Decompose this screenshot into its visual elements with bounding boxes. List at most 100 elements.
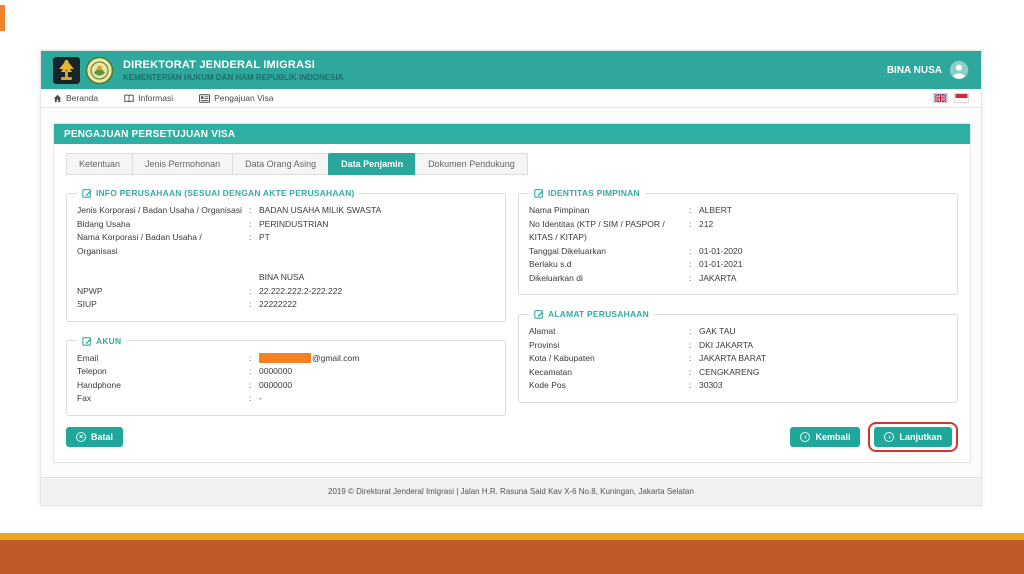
wizard-tabs: Ketentuan Jenis Permohonan Data Orang As… [66, 153, 958, 175]
nav-label: Beranda [66, 93, 99, 103]
user-avatar-icon[interactable] [949, 60, 969, 80]
kemenkumham-logo [53, 56, 80, 84]
cancel-circle-icon: × [76, 432, 86, 442]
field-label: Kode Pos [529, 380, 566, 390]
field-row: Jenis Korporasi / Badan Usaha / Organisa… [77, 204, 495, 218]
presentation-slide: DIREKTORAT JENDERAL IMIGRASI KEMENTERIAN… [0, 0, 1024, 574]
tab-dokumen-pendukung[interactable]: Dokumen Pendukung [415, 153, 528, 175]
field-label: Dikeluarkan di [529, 272, 583, 283]
red-annotation-highlight: › Lanjutkan [868, 422, 958, 452]
site-footer: 2019 © Direktorat Jenderal Imigrasi | Ja… [41, 477, 981, 505]
field-row: NPWP : 22.222.222.2-222.222 [77, 285, 495, 299]
field-label: Kota / Kabupaten [529, 353, 595, 363]
back-arrow-circle-icon: ‹ [800, 432, 811, 442]
language-switcher [933, 93, 969, 103]
field-label: Jenis Korporasi / Badan Usaha / Organisa… [77, 205, 242, 215]
home-icon [53, 94, 62, 102]
lanjutkan-button[interactable]: › Lanjutkan [874, 427, 952, 447]
field-value: PERINDUSTRIAN [259, 218, 329, 229]
section-info-perusahaan: INFO PERUSAHAAN (SESUAI DENGAN AKTE PERU… [66, 188, 506, 322]
field-row: SIUP : 22222222 [77, 298, 495, 312]
field-row: Dikeluarkan di : JAKARTA [529, 272, 947, 286]
site-title: DIREKTORAT JENDERAL IMIGRASI [123, 58, 316, 71]
footer-text: 2019 © Direktorat Jenderal Imigrasi | Ja… [328, 487, 694, 496]
tab-data-penjamin[interactable]: Data Penjamin [328, 153, 417, 175]
field-row: Kode Pos : 30303 [529, 379, 947, 393]
field-value: BADAN USAHA MILIK SWASTA [259, 205, 382, 215]
nav-label: Informasi [138, 93, 174, 103]
action-button-row: × Batal ‹ Kembali › Lanjutkan [66, 422, 958, 452]
indonesia-flag[interactable] [954, 93, 969, 103]
panel-body: Ketentuan Jenis Permohonan Data Orang As… [54, 144, 970, 462]
field-value: 30303 [699, 380, 723, 390]
field-row: Alamat : GAK TAU [529, 325, 947, 339]
card-icon [199, 93, 211, 103]
visa-application-panel: PENGAJUAN PERSETUJUAN VISA Ketentuan Jen… [53, 123, 971, 463]
section-akun: AKUN Email : @gmail.com Telepon : 000000… [66, 335, 506, 416]
field-row: Berlaku s.d : 01-01-2021 [529, 258, 947, 272]
field-value: - [259, 393, 262, 403]
uk-flag[interactable] [933, 93, 948, 103]
field-value: 212 [699, 218, 714, 229]
panel-title: PENGAJUAN PERSETUJUAN VISA [54, 124, 970, 144]
field-row: Nama Korporasi / Badan Usaha / Organisas… [77, 231, 495, 258]
field-value: 0000000 [259, 366, 293, 376]
tab-ketentuan[interactable]: Ketentuan [66, 153, 134, 175]
next-arrow-circle-icon: › [884, 432, 895, 442]
field-label: Fax [77, 393, 92, 403]
field-value: CENGKARENG [699, 366, 760, 377]
kembali-button[interactable]: ‹ Kembali [790, 427, 861, 447]
field-value: ALBERT [699, 205, 732, 215]
field-value: 22.222.222.2-222.222 [259, 285, 343, 296]
field-row: No Identitas (KTP / SIM / PASPOR / KITAS… [529, 218, 947, 245]
field-row-email: Email : @gmail.com [77, 352, 495, 366]
nav-item-beranda[interactable]: Beranda [53, 93, 98, 103]
field-label: Telepon [77, 366, 107, 376]
field-row: Fax : - [77, 392, 495, 406]
section-identitas-pimpinan: IDENTITAS PIMPINAN Nama Pimpinan : ALBER… [518, 188, 958, 295]
slide-bottom-bar [0, 540, 1024, 574]
section-legend: INFO PERUSAHAAN (SESUAI DENGAN AKTE PERU… [96, 188, 355, 198]
section-legend: IDENTITAS PIMPINAN [548, 188, 640, 198]
field-label: Berlaku s.d [529, 259, 572, 269]
field-row: Telepon : 0000000 [77, 365, 495, 379]
field-value: BINA NUSA [259, 272, 305, 282]
field-row: BINA NUSA [77, 271, 495, 285]
batal-button[interactable]: × Batal [66, 427, 124, 447]
section-alamat-perusahaan: ALAMAT PERUSAHAAN Alamat : GAK TAU Provi… [518, 309, 958, 403]
account-area[interactable]: BINA NUSA [887, 60, 969, 80]
field-label: Bidang Usaha [77, 218, 131, 229]
field-label: Tanggal Dikeluarkan [529, 245, 607, 256]
site-masthead: DIREKTORAT JENDERAL IMIGRASI KEMENTERIAN… [41, 51, 981, 89]
field-value: DKI JAKARTA [699, 339, 754, 350]
field-row: Nama Pimpinan : ALBERT [529, 204, 947, 218]
field-label: No Identitas (KTP / SIM / PASPOR / KITAS… [529, 218, 665, 243]
field-label: Email [77, 352, 99, 363]
section-legend: AKUN [96, 335, 122, 346]
field-row: Kota / Kabupaten : JAKARTA BARAT [529, 352, 947, 366]
field-value: JAKARTA [699, 272, 737, 283]
field-value: JAKARTA BARAT [699, 353, 767, 363]
field-label: Kecamatan [529, 366, 572, 377]
book-icon [124, 94, 134, 102]
nav-item-informasi[interactable]: Informasi [124, 93, 173, 103]
nav-item-pengajuan-visa[interactable]: Pengajuan Visa [199, 93, 274, 103]
browser-screenshot: DIREKTORAT JENDERAL IMIGRASI KEMENTERIAN… [40, 50, 982, 506]
email-suffix: @gmail.com [312, 352, 360, 363]
field-label: NPWP [77, 285, 103, 296]
email-value: @gmail.com [259, 352, 495, 366]
field-row: Provinsi : DKI JAKARTA [529, 339, 947, 353]
edit-icon [82, 189, 92, 198]
imigrasi-logo [85, 56, 114, 84]
field-label: SIUP [77, 299, 97, 309]
site-subtitle: KEMENTERIAN HUKUM DAN HAM REPUBLIK INDON… [123, 72, 344, 82]
nav-label: Pengajuan Visa [214, 93, 274, 103]
field-label: Provinsi [529, 339, 560, 350]
account-name[interactable]: BINA NUSA [887, 65, 942, 76]
field-row: Tanggal Dikeluarkan : 01-01-2020 [529, 245, 947, 259]
tab-data-orang-asing[interactable]: Data Orang Asing [232, 153, 330, 175]
redaction-block [259, 353, 311, 364]
field-value: GAK TAU [699, 326, 736, 336]
field-label: Handphone [77, 379, 121, 390]
tab-jenis-permohonan[interactable]: Jenis Permohonan [132, 153, 234, 175]
